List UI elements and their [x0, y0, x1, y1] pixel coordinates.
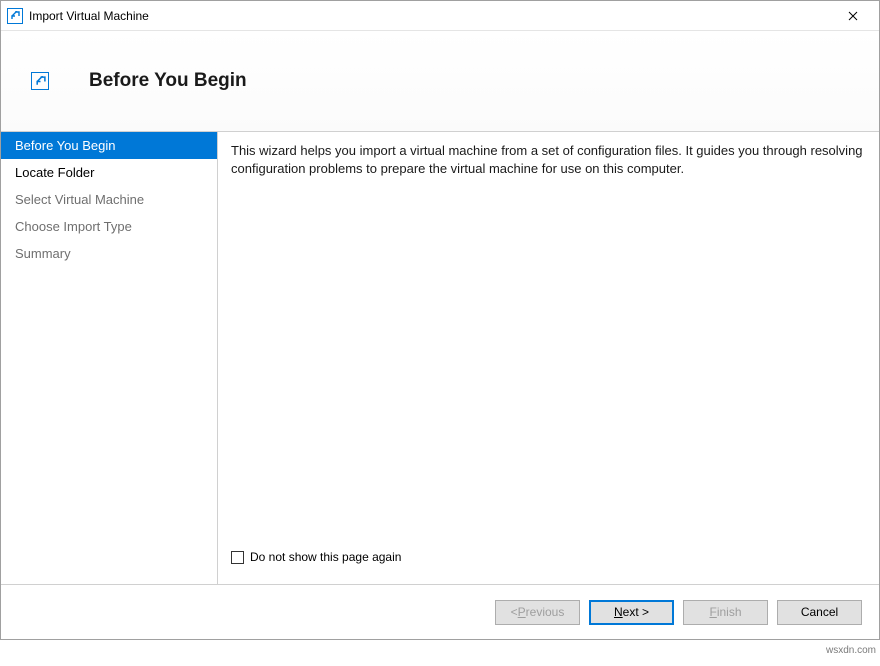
- btn-suffix: revious: [526, 605, 565, 619]
- step-label: Summary: [15, 246, 71, 261]
- previous-button: < Previous: [495, 600, 580, 625]
- do-not-show-label: Do not show this page again: [250, 550, 401, 564]
- step-summary: Summary: [1, 240, 217, 267]
- step-locate-folder[interactable]: Locate Folder: [1, 159, 217, 186]
- import-vm-icon: [7, 8, 23, 24]
- window-title: Import Virtual Machine: [29, 9, 833, 23]
- btn-prefix: <: [511, 605, 518, 619]
- body-region: Before You Begin Locate Folder Select Vi…: [1, 132, 879, 584]
- step-label: Choose Import Type: [15, 219, 132, 234]
- cancel-button[interactable]: Cancel: [777, 600, 862, 625]
- step-label: Before You Begin: [15, 138, 115, 153]
- close-button[interactable]: [833, 2, 873, 30]
- wizard-window: Import Virtual Machine Before You Begin …: [0, 0, 880, 640]
- do-not-show-row[interactable]: Do not show this page again: [231, 550, 866, 564]
- header-region: Before You Begin: [1, 31, 879, 131]
- button-bar: < Previous Next > Finish Cancel: [1, 584, 879, 639]
- titlebar: Import Virtual Machine: [1, 1, 879, 31]
- step-label: Locate Folder: [15, 165, 95, 180]
- content-pane: This wizard helps you import a virtual m…: [218, 132, 879, 584]
- page-heading: Before You Begin: [89, 70, 247, 92]
- next-button[interactable]: Next >: [589, 600, 674, 625]
- watermark: wsxdn.com: [4, 645, 876, 656]
- btn-hotkey: N: [614, 605, 623, 619]
- btn-suffix: inish: [717, 605, 742, 619]
- step-label: Select Virtual Machine: [15, 192, 144, 207]
- btn-suffix: ext >: [623, 605, 649, 619]
- btn-label: Cancel: [801, 605, 838, 619]
- btn-hotkey: P: [518, 605, 526, 619]
- wizard-steps-sidebar: Before You Begin Locate Folder Select Vi…: [1, 132, 217, 584]
- step-select-virtual-machine: Select Virtual Machine: [1, 186, 217, 213]
- step-choose-import-type: Choose Import Type: [1, 213, 217, 240]
- finish-button: Finish: [683, 600, 768, 625]
- step-before-you-begin[interactable]: Before You Begin: [1, 132, 217, 159]
- btn-hotkey: F: [709, 605, 716, 619]
- import-vm-header-icon: [31, 72, 49, 90]
- do-not-show-checkbox[interactable]: [231, 551, 244, 564]
- wizard-description: This wizard helps you import a virtual m…: [231, 142, 866, 550]
